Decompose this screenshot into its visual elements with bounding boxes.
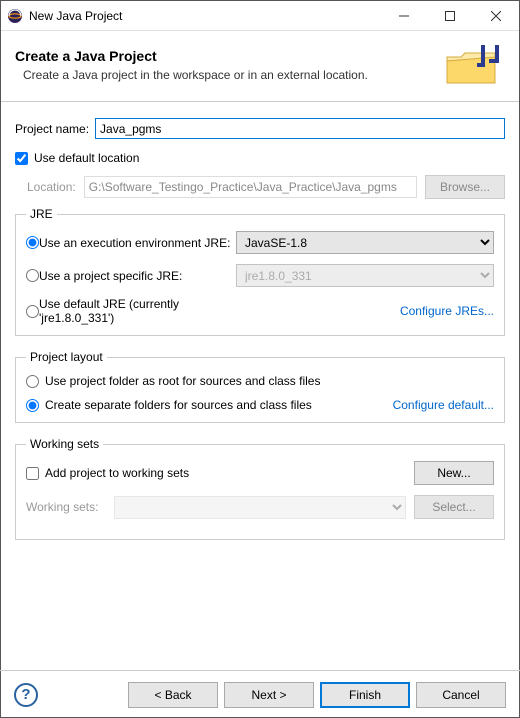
window-title: New Java Project [29,9,381,23]
working-sets-label: Working sets: [26,500,98,514]
jre-default-label: Use default JRE (currently 'jre1.8.0_331… [39,297,236,325]
select-working-set-button: Select... [414,495,494,519]
location-row: Location: Browse... [15,175,505,199]
help-icon[interactable]: ? [14,683,38,707]
bottom-bar: ? < Back Next > Finish Cancel [0,670,520,718]
jre-exec-env-select[interactable]: JavaSE-1.8 [236,231,494,254]
minimize-button[interactable] [381,1,427,31]
location-input [84,176,417,198]
add-working-sets-label: Add project to working sets [45,466,189,480]
jre-exec-env-label: Use an execution environment JRE: [39,236,230,250]
maximize-button[interactable] [427,1,473,31]
banner-subheading: Create a Java project in the workspace o… [15,68,441,82]
jre-project-specific-radio[interactable] [26,269,39,282]
project-name-input[interactable] [95,118,505,139]
project-name-row: Project name: [15,118,505,139]
working-sets-legend: Working sets [26,437,103,451]
layout-root-label: Use project folder as root for sources a… [45,374,320,388]
configure-default-link[interactable]: Configure default... [393,398,494,412]
use-default-location-label: Use default location [34,151,139,165]
folder-java-icon [441,41,505,89]
titlebar: New Java Project [1,1,519,31]
close-button[interactable] [473,1,519,31]
location-label: Location: [27,180,76,194]
working-sets-select [114,496,406,519]
eclipse-icon [7,8,23,24]
project-layout-group: Project layout Use project folder as roo… [15,350,505,423]
layout-root-radio[interactable] [26,375,39,388]
next-button[interactable]: Next > [224,682,314,708]
working-sets-group: Working sets Add project to working sets… [15,437,505,540]
layout-separate-radio[interactable] [26,399,39,412]
use-default-location-row: Use default location [15,151,505,165]
cancel-button[interactable]: Cancel [416,682,506,708]
finish-button[interactable]: Finish [320,682,410,708]
layout-separate-label: Create separate folders for sources and … [45,398,312,412]
configure-jres-link[interactable]: Configure JREs... [400,304,494,318]
new-working-set-button[interactable]: New... [414,461,494,485]
jre-default-radio[interactable] [26,305,39,318]
jre-group: JRE Use an execution environment JRE: Ja… [15,207,505,336]
banner-heading: Create a Java Project [15,48,441,64]
jre-project-specific-label: Use a project specific JRE: [39,269,182,283]
jre-project-specific-select: jre1.8.0_331 [236,264,494,287]
jre-exec-env-radio[interactable] [26,236,39,249]
dialog-content: Project name: Use default location Locat… [1,102,519,564]
banner: Create a Java Project Create a Java proj… [1,31,519,102]
project-layout-legend: Project layout [26,350,107,364]
back-button[interactable]: < Back [128,682,218,708]
project-name-label: Project name: [15,122,89,136]
jre-legend: JRE [26,207,57,221]
browse-button: Browse... [425,175,505,199]
use-default-location-checkbox[interactable] [15,152,28,165]
add-working-sets-checkbox[interactable] [26,467,39,480]
